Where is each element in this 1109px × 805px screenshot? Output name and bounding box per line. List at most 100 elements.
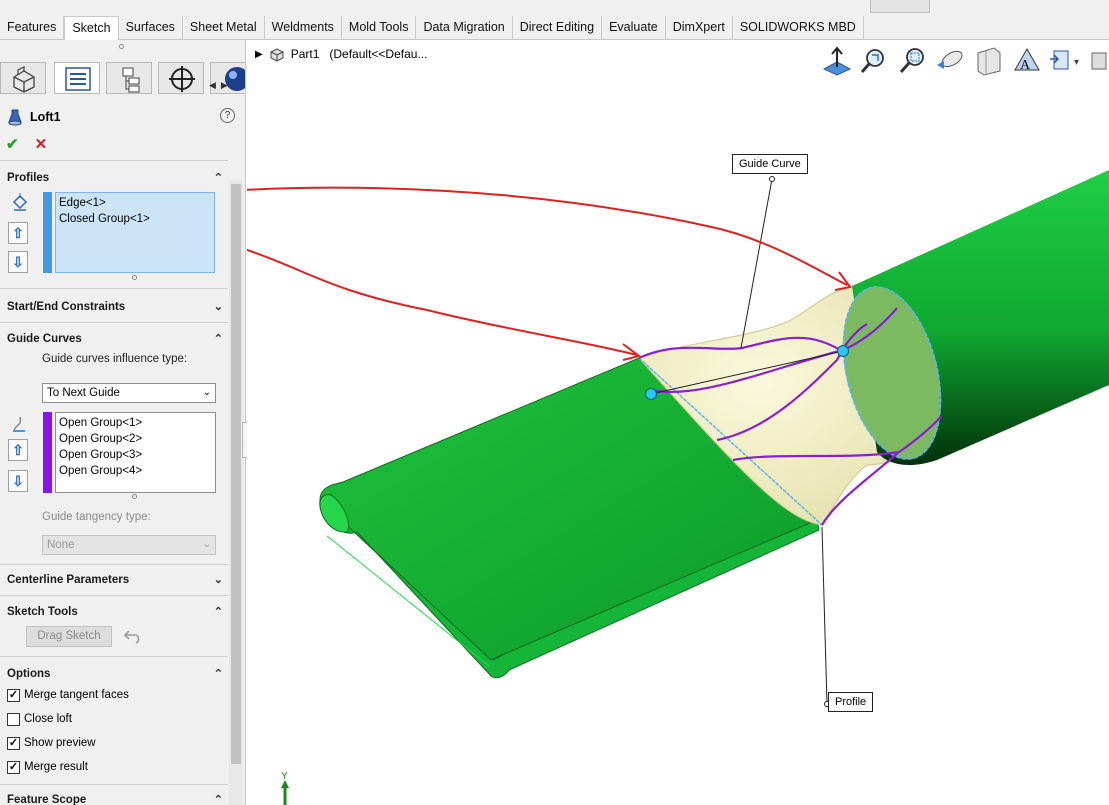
ok-cancel-row: ✔ ✕ [6,135,47,153]
dimxpert-manager-tab[interactable] [158,62,204,94]
guide-curve-list-item[interactable]: Open Group<2> [56,431,215,447]
guide-curve-list-item[interactable]: Open Group<4> [56,463,215,479]
property-manager-tab[interactable] [54,62,100,94]
move-up-button[interactable]: ⇧ [8,222,28,244]
arrow-down-icon: ⇩ [12,254,24,270]
centerline-header-label: Centerline Parameters [7,574,130,586]
divider [0,288,228,289]
leader-dot [769,176,775,182]
command-manager-bar: Features Sketch Surfaces Sheet Metal Weldmen… [0,0,1109,41]
chevron-up-icon[interactable]: ⌃ [214,601,223,623]
solidworks-window: Features Sketch Surfaces Sheet Metal Weldmen… [0,0,1109,805]
show-preview-checkbox[interactable]: ✓ Show preview [7,735,96,751]
chevron-up-icon[interactable]: ⌃ [214,663,223,685]
checkbox-label: Merge result [24,761,88,773]
tangency-type-label: Guide tangency type: [42,511,151,523]
divider [0,564,228,565]
guide-curve-callout[interactable]: Guide Curve [732,154,808,174]
merge-tangent-faces-checkbox[interactable]: ✓ Merge tangent faces [7,687,129,703]
checkbox-box[interactable]: ✓ [7,760,20,774]
close-loft-checkbox[interactable]: Close loft [7,711,72,727]
scrollbar-thumb[interactable] [231,184,241,764]
divider [0,784,228,785]
profile-callout[interactable]: Profile [828,692,874,712]
profile-callout-leader [821,526,828,705]
guide-curves-section-header[interactable]: Guide Curves ⌃ [0,328,228,350]
divider [0,656,228,657]
divider [0,160,228,161]
help-button[interactable]: ? [220,108,235,123]
checkbox-box[interactable]: ✓ [7,736,20,750]
profiles-header-label: Profiles [7,172,50,184]
tab-direct-editing[interactable]: Direct Editing [513,16,603,40]
tab-sheet-metal[interactable]: Sheet Metal [183,16,265,40]
checkbox-box[interactable]: ✓ [7,688,20,702]
panel-scrollbar[interactable] [229,180,243,805]
tab-dimxpert[interactable]: DimXpert [666,16,733,40]
tab-weldments[interactable]: Weldments [265,16,342,40]
move-down-button[interactable]: ⇩ [8,251,28,273]
feature-scope-header-label: Feature Scope [7,794,87,805]
profile-list-item[interactable]: Closed Group<1> [56,211,214,227]
chevron-up-icon[interactable]: ⌃ [214,789,223,805]
arrow-down-icon: ⇩ [12,473,24,489]
ok-button[interactable]: ✔ [6,135,19,153]
profiles-section-header[interactable]: Profiles ⌃ [0,167,228,189]
chevron-down-icon[interactable]: ⌄ [214,569,223,591]
guide-curves-list[interactable]: Open Group<1> Open Group<2> Open Group<3> O… [55,412,216,493]
list-resize-grip[interactable] [132,494,137,499]
chevron-down-icon[interactable]: ⌄ [214,296,223,318]
tab-data-migration[interactable]: Data Migration [416,16,513,40]
profile-list-item[interactable]: Edge<1> [56,195,214,211]
connector-handle[interactable] [837,345,849,357]
loft-icon [8,109,22,126]
cancel-button[interactable]: ✕ [35,135,48,153]
checkbox-label: Show preview [24,737,96,749]
guide-curve-list-item[interactable]: Open Group<1> [56,415,215,431]
tab-sketch[interactable]: Sketch [64,16,119,41]
feature-scope-section-header[interactable]: Feature Scope ⌃ [0,789,228,805]
sketch-tools-header-label: Sketch Tools [7,606,78,618]
configuration-manager-tab[interactable] [106,62,152,94]
checkbox-box[interactable] [7,712,20,726]
tab-features[interactable]: Features [0,16,65,40]
tab-evaluate[interactable]: Evaluate [602,16,666,40]
feature-manager-tab[interactable] [0,62,46,94]
influence-type-dropdown[interactable]: To Next Guide ⌄ [42,383,216,403]
feature-title-row: Loft1 [6,106,61,128]
centerline-section-header[interactable]: Centerline Parameters ⌄ [0,569,228,591]
arrow-closed-group [247,248,638,356]
configuration-icon [122,67,140,93]
tab-surfaces[interactable]: Surfaces [119,16,183,40]
options-section-header[interactable]: Options ⌃ [0,663,228,685]
panel-grip[interactable] [119,44,124,49]
start-end-section-header[interactable]: Start/End Constraints ⌄ [0,296,228,318]
start-end-header-label: Start/End Constraints [7,301,126,313]
list-resize-grip[interactable] [132,275,137,280]
guide-move-up-button[interactable]: ⇧ [8,439,28,461]
undo-icon[interactable] [123,627,143,645]
arrow-edge-profile [247,186,848,286]
profiles-list[interactable]: Edge<1> Closed Group<1> [55,192,215,273]
guide-move-down-button[interactable]: ⇩ [8,470,28,492]
tab-solidworks-mbd[interactable]: SOLIDWORKS MBD [733,16,864,40]
chevron-up-icon[interactable]: ⌃ [214,167,223,189]
tab-mold-tools[interactable]: Mold Tools [342,16,417,40]
guide-curve-list-item[interactable]: Open Group<3> [56,447,215,463]
feature-title: Loft1 [30,110,61,124]
influence-type-label: Guide curves influence type: [42,353,188,365]
guide-curve-icon [13,416,25,432]
guide-curves-header-label: Guide Curves [7,333,82,345]
sketch-tools-section-header[interactable]: Sketch Tools ⌃ [0,601,228,623]
guide-callout-leader [740,178,773,349]
command-tabs: Features Sketch Surfaces Sheet Metal Weldmen… [0,16,864,41]
chevron-up-icon[interactable]: ⌃ [214,328,223,350]
tangency-type-dropdown[interactable]: None ⌄ [42,535,216,555]
tab-scroll-arrows[interactable]: ◀ ▶ [209,80,245,94]
drag-sketch-button[interactable]: Drag Sketch [26,626,112,647]
connector-handle[interactable] [645,388,657,400]
part-icon [13,66,35,93]
merge-result-checkbox[interactable]: ✓ Merge result [7,759,88,775]
ribbon-button-stub[interactable] [870,0,930,13]
checkbox-label: Merge tangent faces [24,689,129,701]
